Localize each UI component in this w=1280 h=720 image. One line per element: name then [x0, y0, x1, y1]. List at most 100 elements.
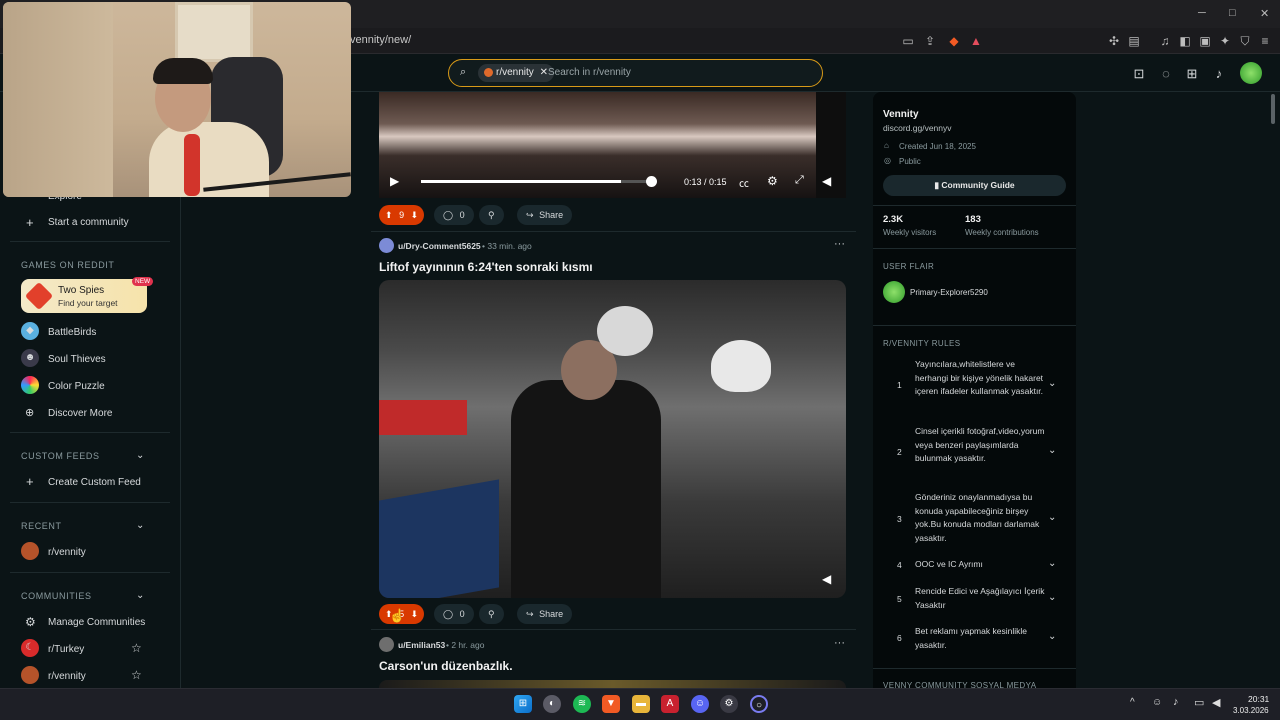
spotify-icon[interactable]: ≋ [573, 695, 591, 713]
rule-text[interactable]: Cinsel içerikli fotoğraf,video,yorum vey… [915, 425, 1045, 466]
clear-chip-icon[interactable]: ✕ [540, 67, 548, 78]
chat-icon[interactable]: ◌ [1157, 65, 1175, 83]
url-text[interactable]: vennity/new/ [350, 34, 411, 46]
scrollbar-track[interactable] [1271, 92, 1277, 688]
microphone-icon[interactable]: ♪ [1173, 696, 1179, 708]
sidebar-item-discover-more[interactable]: Discover More [48, 408, 112, 419]
reader-mode-icon[interactable]: ▤ [1126, 33, 1142, 49]
settings-icon[interactable]: ⚙ [767, 174, 778, 188]
create-post-icon[interactable]: ⊞ [1183, 65, 1201, 83]
scrollbar-thumb[interactable] [1271, 94, 1275, 124]
notifications-icon[interactable]: ♪ [1210, 65, 1228, 83]
minimize-icon[interactable]: ─ [1198, 7, 1206, 19]
rule-text[interactable]: Rencide Edici ve Aşağılayıcı İçerik Yasa… [915, 585, 1045, 612]
chevron-down-icon[interactable]: ⌄ [1048, 378, 1056, 389]
brave-rewards-icon[interactable]: ▲ [968, 33, 984, 49]
post-video[interactable]: ◀ [379, 280, 846, 598]
clock-date[interactable]: 3.03.2026 [1233, 706, 1269, 715]
network-icon[interactable]: ▭ [1194, 696, 1204, 709]
chevron-down-icon[interactable]: ⌄ [1048, 558, 1056, 569]
vpn-icon[interactable]: ⛉ [1237, 33, 1253, 49]
search-community-chip[interactable]: r/vennity ✕ [478, 64, 554, 82]
adobe-icon[interactable]: A [661, 695, 679, 713]
star-icon[interactable]: ☆ [131, 641, 142, 655]
author-avatar[interactable] [379, 238, 394, 253]
post-title[interactable]: Liftof yayınının 6:24'ten sonraki kısmı [379, 260, 593, 274]
steam-icon[interactable]: ⚙ [720, 695, 738, 713]
upvote-icon[interactable]: ⬆ [385, 210, 393, 220]
sidebar-item-vennity[interactable]: r/vennity [48, 671, 86, 682]
sidebar-item-soul-thieves[interactable]: Soul Thieves [48, 354, 106, 365]
post-author[interactable]: u/Dry-Comment5625 [398, 241, 481, 251]
community-guide-button[interactable]: ▮ Community Guide [883, 175, 1066, 196]
rule-text[interactable]: Yayıncılara,whitelistlere ve herhangi bi… [915, 358, 1045, 399]
extensions-icon[interactable]: ✣ [1106, 33, 1122, 49]
comments-button[interactable]: ◯ 0 [434, 205, 474, 225]
chevron-up-icon[interactable]: ^ [1130, 697, 1135, 708]
video-scrubber-handle[interactable] [646, 176, 657, 187]
recent-label[interactable]: RECENT [21, 521, 62, 531]
wallet-icon[interactable]: ▣ [1197, 33, 1213, 49]
app-icon[interactable]: ◐ [543, 695, 561, 713]
sidebar-toggle-icon[interactable]: ◧ [1177, 33, 1193, 49]
search-placeholder[interactable]: Search in r/vennity [548, 67, 631, 78]
advertise-icon[interactable]: ⊡ [1130, 65, 1148, 83]
discord-icon[interactable]: ☺ [691, 695, 709, 713]
play-icon[interactable]: ▶ [390, 174, 399, 188]
menu-icon[interactable]: ≡ [1257, 33, 1273, 49]
maximize-icon[interactable]: □ [1229, 7, 1236, 19]
sidebar-item-manage-communities[interactable]: Manage Communities [48, 617, 145, 628]
chevron-down-icon[interactable]: ⌄ [1048, 592, 1056, 603]
video-progress-track[interactable] [421, 180, 651, 183]
brave-icon[interactable]: ▼ [602, 695, 620, 713]
featured-game-card[interactable]: Two Spies Find your target NEW [21, 277, 154, 313]
chevron-down-icon[interactable]: ⌄ [1048, 631, 1056, 642]
clock-time[interactable]: 20:31 [1248, 694, 1269, 704]
star-icon[interactable]: ☆ [131, 668, 142, 682]
leo-ai-icon[interactable]: ✦ [1217, 33, 1233, 49]
speaker-icon[interactable]: ◀ [1212, 696, 1220, 709]
share-button[interactable]: ↪ Share [517, 604, 573, 624]
custom-feeds-label[interactable]: CUSTOM FEEDS [21, 451, 100, 461]
more-options-icon[interactable]: ··· [834, 637, 845, 649]
media-icon[interactable]: ♫ [1157, 33, 1173, 49]
share-button[interactable]: ↪ Share [517, 205, 573, 225]
rule-text[interactable]: Bet reklamı yapmak kesinlikle yasaktır. [915, 625, 1045, 652]
sidebar-item-turkey[interactable]: r/Turkey [48, 644, 84, 655]
rule-text[interactable]: OOC ve IC Ayrımı [915, 558, 1045, 572]
post-media-preview[interactable] [379, 680, 846, 688]
sidebar-item-create-custom-feed[interactable]: Create Custom Feed [48, 477, 141, 488]
captions-icon[interactable]: ㏄ [739, 175, 749, 190]
chevron-down-icon[interactable]: ⌄ [136, 520, 144, 531]
rule-text[interactable]: Gönderiniz onaylanmadıysa bu konuda yapa… [915, 491, 1045, 545]
chevron-down-icon[interactable]: ⌄ [1048, 512, 1056, 523]
chevron-down-icon[interactable]: ⌄ [1048, 445, 1056, 456]
cast-icon[interactable]: ▭ [900, 33, 916, 49]
downvote-icon[interactable]: ⬇ [411, 210, 419, 220]
fullscreen-icon[interactable]: ⤢ [795, 174, 804, 187]
close-icon[interactable]: ✕ [1260, 7, 1269, 20]
share-page-icon[interactable]: ⇪ [922, 33, 938, 49]
avatar[interactable] [1240, 62, 1262, 84]
award-button[interactable]: ⚲ [479, 205, 504, 225]
volume-icon[interactable]: ◀ [822, 174, 831, 188]
more-options-icon[interactable]: ··· [834, 238, 845, 250]
brave-shield-icon[interactable]: ◆ [946, 33, 962, 49]
file-explorer-icon[interactable]: ▬ [632, 695, 650, 713]
sidebar-item-start-community[interactable]: Start a community [48, 217, 129, 228]
author-avatar[interactable] [379, 637, 394, 652]
chevron-down-icon[interactable]: ⌄ [136, 450, 144, 461]
communities-label[interactable]: COMMUNITIES [21, 591, 92, 601]
downvote-icon[interactable]: ⬇ [411, 609, 419, 619]
post-author[interactable]: u/Emilian53 [398, 640, 445, 650]
sidebar-item-battlebirds[interactable]: BattleBirds [48, 327, 96, 338]
chevron-down-icon[interactable]: ⌄ [136, 590, 144, 601]
comments-button[interactable]: ◯ 0 [434, 604, 474, 624]
user-flair[interactable]: Primary-Explorer5290 [910, 286, 988, 300]
app-icon[interactable]: ○ [750, 695, 768, 713]
discord-tray-icon[interactable]: ☺ [1152, 697, 1162, 708]
community-link[interactable]: discord.gg/vennyv [883, 122, 952, 136]
windows-start-icon[interactable]: ⊞ [514, 695, 532, 713]
sidebar-item-recent-vennity[interactable]: r/vennity [48, 547, 86, 558]
volume-icon[interactable]: ◀ [822, 572, 831, 586]
